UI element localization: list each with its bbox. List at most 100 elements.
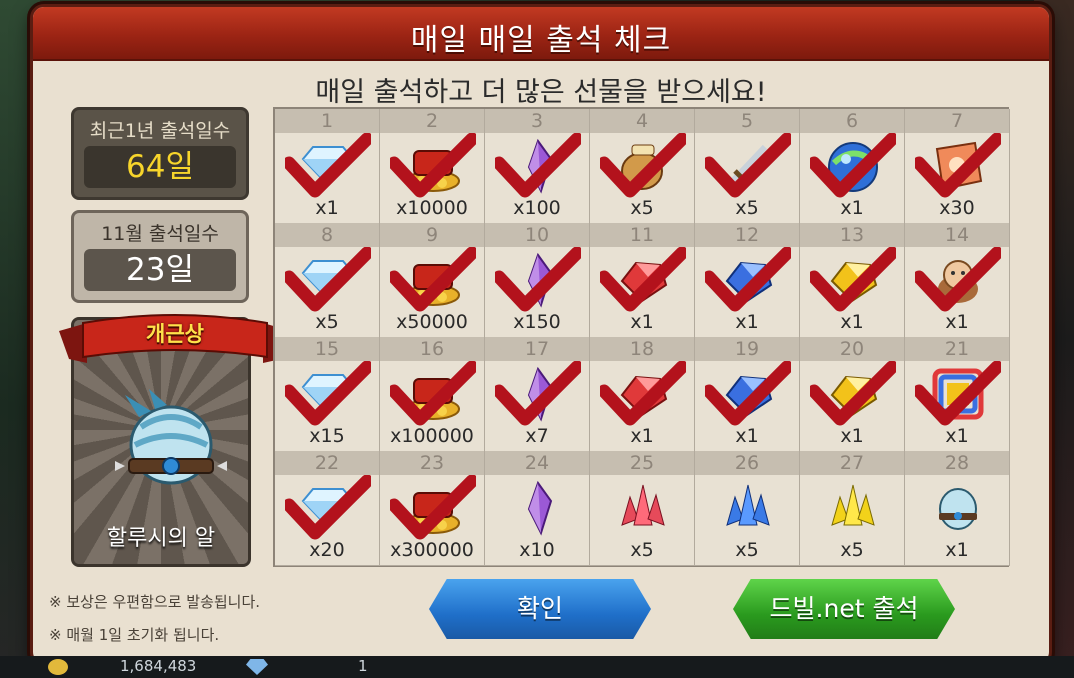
check-mark-icon	[705, 361, 791, 426]
monthly-attendance-box: 11월 출석일수 23일	[71, 210, 249, 303]
check-mark-icon	[600, 361, 686, 426]
reward-quantity: x1	[840, 425, 864, 447]
yearly-attendance-value: 64일	[84, 146, 236, 188]
check-mark-icon	[600, 133, 686, 198]
day-number: 9	[380, 223, 484, 247]
day-cell-14: 14 x1	[905, 223, 1010, 338]
day-number: 8	[275, 223, 379, 247]
check-mark-icon	[285, 361, 371, 426]
reward-quantity: x100	[513, 197, 561, 219]
day-cell-6: 6 x1	[800, 109, 905, 224]
day-cell-9: 9 x50000	[380, 223, 485, 338]
day-cell-19: 19 x1	[695, 337, 800, 452]
day-number: 17	[485, 337, 589, 361]
day-number: 12	[695, 223, 799, 247]
reward-quantity: x1	[840, 197, 864, 219]
day-cell-25: 25 x5	[590, 451, 695, 566]
day-number: 26	[695, 451, 799, 475]
day-number: 18	[590, 337, 694, 361]
egg-icon	[115, 389, 227, 485]
reward-quantity: x5	[315, 311, 339, 333]
day-cell-4: 4 x5	[590, 109, 695, 224]
egg-icon	[939, 488, 977, 530]
day-number: 6	[800, 109, 904, 133]
check-mark-icon	[495, 361, 581, 426]
day-cell-20: 20 x1	[800, 337, 905, 452]
day-number: 22	[275, 451, 379, 475]
yearly-attendance-label: 최근1년 출석일수	[89, 120, 231, 142]
reward-quantity: x5	[735, 197, 759, 219]
check-mark-icon	[915, 247, 1001, 312]
check-mark-icon	[915, 133, 1001, 198]
reward-quantity: x10000	[396, 197, 468, 219]
day-cell-7: 7 x30	[905, 109, 1010, 224]
day-cell-1: 1 x1	[275, 109, 380, 224]
reward-quantity: x1	[630, 311, 654, 333]
day-number: 5	[695, 109, 799, 133]
note-reset: ※ 매월 1일 초기화 됩니다.	[49, 626, 220, 644]
reward-quantity: x1	[735, 311, 759, 333]
reward-quantity: x5	[630, 539, 654, 561]
day-number: 28	[905, 451, 1009, 475]
day-cell-10: 10 x150	[485, 223, 590, 338]
attendance-calendar-grid: 1 x1 2 x10000 3 x100 4 x5 5 x5 6 x1 7 x30 8 x5 9 x50000 10…	[273, 107, 1010, 567]
reward-quantity: x150	[513, 311, 561, 333]
check-mark-icon	[705, 133, 791, 198]
confirm-button[interactable]: 확인	[429, 579, 651, 639]
check-mark-icon	[285, 247, 371, 312]
check-mark-icon	[810, 361, 896, 426]
day-cell-24: 24 x10	[485, 451, 590, 566]
day-cell-11: 11 x1	[590, 223, 695, 338]
day-cell-8: 8 x5	[275, 223, 380, 338]
day-number: 20	[800, 337, 904, 361]
attendance-dialog: 매일 매일 출석 체크 매일 출석하고 더 많은 선물을 받으세요! 최근1년 …	[30, 4, 1052, 666]
check-mark-icon	[390, 361, 476, 426]
day-number: 23	[380, 451, 484, 475]
day-cell-15: 15 x15	[275, 337, 380, 452]
award-item-name: 할루시의 알	[106, 526, 216, 551]
day-number: 21	[905, 337, 1009, 361]
check-mark-icon	[390, 247, 476, 312]
note-mail: ※ 보상은 우편함으로 발송됩니다.	[49, 593, 261, 611]
day-cell-2: 2 x10000	[380, 109, 485, 224]
day-number: 16	[380, 337, 484, 361]
day-cell-17: 17 x7	[485, 337, 590, 452]
check-mark-icon	[810, 133, 896, 198]
reward-quantity: x300000	[390, 539, 474, 561]
award-ribbon-text: 개근상	[146, 322, 204, 346]
reward-quantity: x50000	[396, 311, 468, 333]
reward-quantity: x100000	[390, 425, 474, 447]
dbeel-attendance-button[interactable]: 드빌.net 출석	[733, 579, 955, 639]
day-cell-27: 27 x5	[800, 451, 905, 566]
reward-quantity: x10	[519, 539, 555, 561]
reward-quantity: x1	[315, 197, 339, 219]
day-number: 15	[275, 337, 379, 361]
check-mark-icon	[285, 133, 371, 198]
gold-coin-icon	[48, 659, 68, 675]
reward-quantity: x1	[735, 425, 759, 447]
day-cell-23: 23 x300000	[380, 451, 485, 566]
notes: ※ 보상은 우편함으로 발송됩니다. ※ 매월 1일 초기화 됩니다.	[49, 591, 260, 657]
check-mark-icon	[495, 247, 581, 312]
bottom-currency-bar: 1,684,483 1	[0, 656, 1074, 678]
day-cell-26: 26 x5	[695, 451, 800, 566]
reward-quantity: x7	[525, 425, 549, 447]
check-mark-icon	[915, 361, 1001, 426]
monthly-attendance-value: 23일	[84, 249, 236, 291]
reward-quantity: x1	[945, 539, 969, 561]
reward-quantity: x1	[630, 425, 654, 447]
check-mark-icon	[810, 247, 896, 312]
check-mark-icon	[390, 133, 476, 198]
day-number: 14	[905, 223, 1009, 247]
yellow-crystal-cluster-icon	[831, 484, 875, 526]
day-cell-5: 5 x5	[695, 109, 800, 224]
day-number: 24	[485, 451, 589, 475]
day-cell-18: 18 x1	[590, 337, 695, 452]
reward-quantity: x1	[945, 311, 969, 333]
check-mark-icon	[285, 475, 371, 540]
purple-crystal-icon	[527, 480, 553, 536]
check-mark-icon	[495, 133, 581, 198]
day-number: 10	[485, 223, 589, 247]
check-mark-icon	[705, 247, 791, 312]
gem-amount: 1	[358, 657, 368, 675]
